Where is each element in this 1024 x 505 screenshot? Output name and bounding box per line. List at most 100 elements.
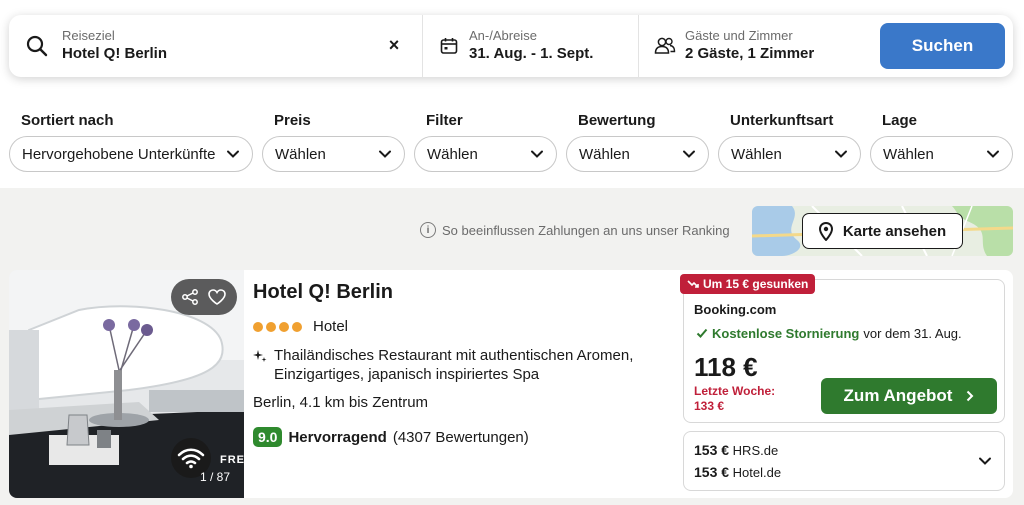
destination-field[interactable]: Reiseziel Hotel Q! Berlin × [9,15,423,77]
rating-select[interactable]: Wählen [566,136,709,172]
map-pin-icon [818,221,833,241]
filter-label: Preis [274,112,311,129]
star-dot-icon [279,321,289,332]
filter-label: Bewertung [578,112,656,129]
dates-value[interactable]: 31. Aug. - 1. Sept. [469,44,593,64]
free-cancellation: Kostenlose Stornierung vor dem 31. Aug. [696,326,962,341]
filter-value: Hervorgehobene Unterkünfte [22,145,216,163]
filter-filter: Filter Wählen [414,112,557,172]
chevron-down-icon [683,150,695,158]
calendar-icon [437,34,461,58]
other-offer-row: 153 € HRS.de [694,442,778,458]
guests-text: Gäste und Zimmer 2 Gäste, 1 Zimmer [685,28,814,64]
view-deal-button[interactable]: Zum Angebot [821,378,997,414]
guests-field[interactable]: Gäste und Zimmer 2 Gäste, 1 Zimmer [639,15,877,77]
guests-value[interactable]: 2 Gäste, 1 Zimmer [685,44,814,64]
filter-sort: Sortiert nach Hervorgehobene Unterkünfte [9,112,253,172]
last-week-price: Letzte Woche: 133 € [694,384,775,414]
trend-down-icon [687,280,699,288]
filter-value: Wählen [427,145,478,163]
filter-price: Preis Wählen [262,112,405,172]
map-preview[interactable]: Karte ansehen [752,206,1013,256]
sparkle-icon [253,350,267,362]
info-icon: i [420,222,436,238]
other-offers[interactable]: 153 € HRS.de 153 € Hotel.de [683,431,1005,491]
search-button[interactable]: Suchen [880,23,1005,69]
hotel-card[interactable]: FRE 1 / 87 Hotel Q! Berlin Hotel Thailän… [9,270,1013,498]
other-offer-price: 153 € [694,464,730,480]
chevron-down-icon [987,150,999,158]
results-area: i So beeinflussen Zahlungen an uns unser… [0,188,1024,505]
star-dot-icon [253,321,263,332]
cancellation-label: Kostenlose Stornierung [712,326,860,341]
filter-value: Wählen [731,145,782,163]
filter-rating: Bewertung Wählen [566,112,709,172]
location-select[interactable]: Wählen [870,136,1013,172]
search-bar: Reiseziel Hotel Q! Berlin × An-/Abreise … [9,15,1013,77]
hotel-location: Berlin, 4.1 km bis Zentrum [253,394,429,411]
checkmark-icon [696,328,708,338]
clear-destination-button[interactable]: × [384,35,404,55]
destination-value[interactable]: Hotel Q! Berlin [62,44,167,64]
photo-counter: 1 / 87 [200,470,231,484]
hotel-type: Hotel [313,318,349,335]
filter-accommodation-type: Unterkunftsart Wählen [718,112,861,172]
chevron-down-icon [531,150,543,158]
chevron-down-icon [379,150,391,158]
filter-value: Wählen [275,145,326,163]
filter-location: Lage Wählen [870,112,1013,172]
filter-label: Sortiert nach [21,112,114,129]
filter-value: Wählen [579,145,630,163]
dates-text: An-/Abreise 31. Aug. - 1. Sept. [469,28,593,64]
guests-icon [653,34,677,58]
chevron-down-icon [227,150,239,158]
rating-label: Hervorragend [288,428,387,446]
price-select[interactable]: Wählen [262,136,405,172]
offer-provider: Booking.com [694,302,777,317]
offer-price: 118 € [694,352,758,382]
photo-overlay-text: FRE [220,454,244,466]
hotel-feature: Thailändisches Restaurant mit authentisc… [253,346,653,384]
other-offer-price: 153 € [694,442,730,458]
review-count: (4307 Bewertungen) [392,428,529,446]
hotel-photo[interactable]: FRE 1 / 87 [9,270,244,498]
filter-select[interactable]: Wählen [414,136,557,172]
destination-label: Reiseziel [62,28,115,43]
heart-icon[interactable] [207,288,227,306]
view-deal-label: Zum Angebot [843,386,953,405]
cancellation-until: vor dem 31. Aug. [863,326,962,341]
rating-score-badge: 9.0 [253,427,283,447]
ranking-info-link[interactable]: i So beeinflussen Zahlungen an uns unser… [420,222,730,238]
sort-select[interactable]: Hervorgehobene Unterkünfte [9,136,253,172]
filter-value: Wählen [883,145,934,163]
search-icon [25,34,49,58]
dates-field[interactable]: An-/Abreise 31. Aug. - 1. Sept. [423,15,639,77]
star-dot-icon [266,321,276,332]
view-map-label: Karte ansehen [842,222,947,240]
chevron-right-icon [967,390,974,402]
filter-bar: Sortiert nach Hervorgehobene Unterkünfte… [0,100,1024,180]
last-week-label: Letzte Woche: [694,384,776,398]
destination-text: Reiseziel Hotel Q! Berlin [62,28,167,64]
price-drop-text: Um 15 € gesunken [703,277,809,291]
hotel-name[interactable]: Hotel Q! Berlin [253,281,393,304]
best-offer: Um 15 € gesunken Booking.com Kostenlose … [680,274,1005,423]
accommodation-type-select[interactable]: Wählen [718,136,861,172]
hotel-feature-text: Thailändisches Restaurant mit authentisc… [274,347,634,383]
dates-label: An-/Abreise [469,28,537,43]
filter-label: Filter [426,112,463,129]
last-week-value: 133 € [694,399,725,413]
guests-label: Gäste und Zimmer [685,28,793,43]
top-strip: Reiseziel Hotel Q! Berlin × An-/Abreise … [0,0,1024,92]
other-offer-provider: Hotel.de [732,465,782,480]
price-drop-badge: Um 15 € gesunken [680,274,816,294]
other-offer-provider: HRS.de [732,443,779,458]
filter-label: Lage [882,112,918,129]
ranking-info-text: So beeinflussen Zahlungen an uns unser R… [442,222,730,238]
share-icon[interactable] [181,288,199,306]
view-map-button[interactable]: Karte ansehen [802,213,963,249]
filter-label: Unterkunftsart [730,112,834,129]
hotel-rating[interactable]: 9.0 Hervorragend (4307 Bewertungen) [253,427,529,447]
photo-actions [171,279,237,315]
hotel-stars: Hotel [253,318,348,335]
